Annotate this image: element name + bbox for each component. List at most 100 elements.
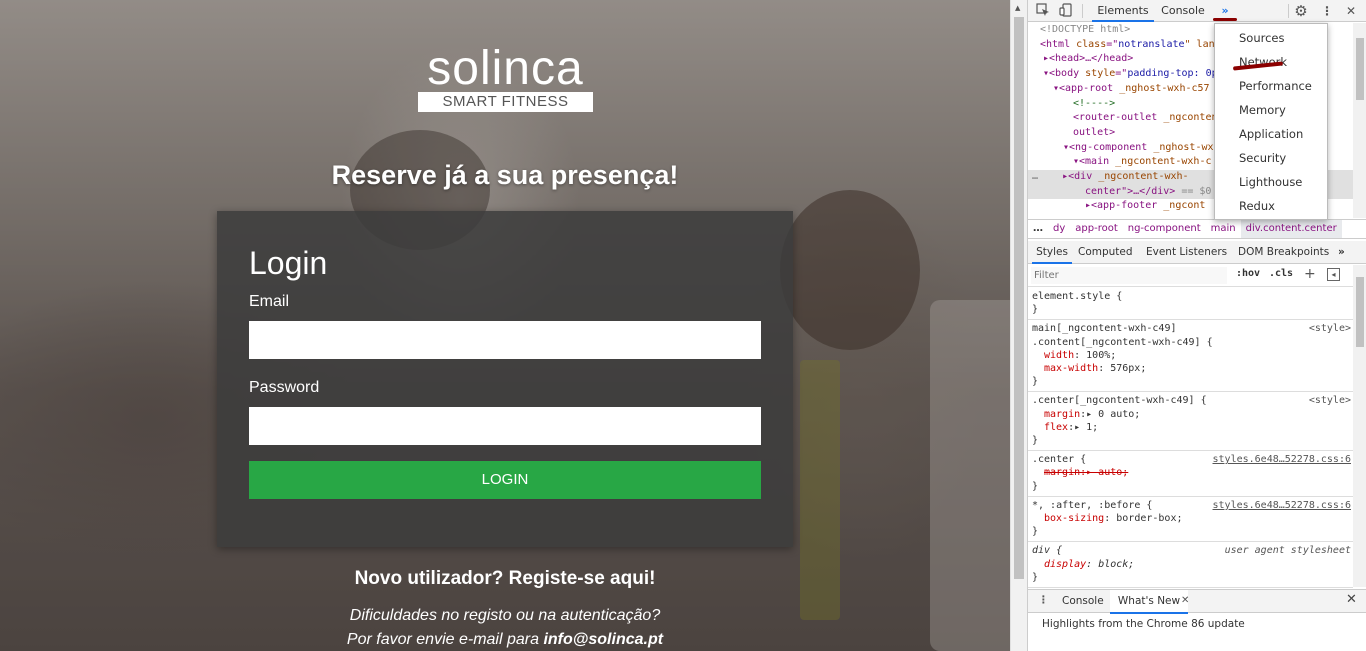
drawer-menu-icon[interactable]: ⋮: [1038, 594, 1049, 606]
css-declaration[interactable]: max-width: 576px;: [1032, 362, 1349, 375]
login-title: Login: [249, 245, 328, 281]
rule-end: }: [1032, 480, 1039, 492]
breadcrumb-item[interactable]: app-root: [1070, 220, 1122, 238]
styles-filter-bar: :hov .cls + ◂: [1028, 265, 1353, 287]
css-property: box-sizing: [1044, 513, 1105, 525]
hover-state-toggle[interactable]: :hov: [1236, 268, 1260, 279]
menu-item-security[interactable]: Security: [1239, 147, 1286, 169]
styles-scrollbar-thumb[interactable]: [1356, 277, 1364, 347]
logo-subtitle: SMART FITNESS: [418, 92, 593, 112]
dom-tag: center">…</div>: [1085, 185, 1176, 197]
dom-tag: ▾<main: [1073, 156, 1116, 168]
styles-tabbar: Styles Computed Event Listeners DOM Brea…: [1028, 241, 1366, 264]
css-property: flex: [1044, 421, 1069, 433]
menu-item-sources[interactable]: Sources: [1239, 27, 1285, 49]
rule-end: }: [1032, 571, 1039, 583]
password-field[interactable]: [249, 407, 761, 445]
rule-source[interactable]: <style>: [1309, 394, 1351, 407]
style-rule[interactable]: styles.6e48…52278.css:6 *, :after, :befo…: [1028, 497, 1353, 543]
rule-source[interactable]: <style>: [1309, 322, 1351, 335]
more-tabs-menu: Sources Network Performance Memory Appli…: [1214, 23, 1328, 220]
menu-item-redux[interactable]: Redux: [1239, 195, 1275, 217]
dom-tag: ▾<body: [1043, 68, 1086, 80]
dom-tag: ▸<head>…</head>: [1043, 53, 1134, 65]
style-rule[interactable]: <style> .center[_ngcontent-wxh-c49] { ma…: [1028, 392, 1353, 452]
css-property-overridden: margin:▸ auto;: [1044, 467, 1129, 479]
css-declaration[interactable]: width: 100%;: [1032, 349, 1349, 362]
solinca-logo[interactable]: solinca SMART FITNESS: [418, 45, 593, 112]
dom-selected-marker: == $0: [1175, 185, 1212, 197]
drawer-tab-console[interactable]: Console: [1062, 590, 1104, 612]
kebab-menu-icon[interactable]: ⋮: [1319, 3, 1335, 19]
menu-item-application[interactable]: Application: [1239, 123, 1303, 145]
rule-selector: element.style {: [1032, 291, 1123, 302]
breadcrumb-item[interactable]: ng-component: [1123, 220, 1206, 238]
style-rule-user-agent[interactable]: user agent stylesheet div { display: blo…: [1028, 542, 1353, 588]
css-declaration-overridden[interactable]: margin:▸ auto;: [1032, 466, 1349, 479]
css-declaration[interactable]: display: block;: [1032, 558, 1349, 571]
breadcrumb-item-selected[interactable]: div.content.center: [1240, 220, 1342, 238]
class-toggle[interactable]: .cls: [1269, 268, 1293, 279]
style-rule[interactable]: <style> main[_ngcontent-wxh-c49] .conten…: [1028, 320, 1353, 393]
register-link[interactable]: Novo utilizador? Registe-se aqui!: [300, 568, 710, 590]
email-field[interactable]: [249, 321, 761, 359]
close-devtools-icon[interactable]: ✕: [1343, 3, 1359, 19]
rule-source-link[interactable]: styles.6e48…52278.css:6: [1213, 499, 1351, 512]
dom-attr: _nghost-wx: [1153, 141, 1214, 153]
dom-tag: outlet>: [1073, 126, 1116, 138]
css-declaration[interactable]: box-sizing: border-box;: [1032, 512, 1349, 525]
toolbar-divider: [1082, 4, 1083, 18]
page-scrollbar-thumb[interactable]: [1014, 17, 1024, 579]
devtools-toolbar: Elements Console » ⚙ ⋮ ✕: [1028, 0, 1366, 22]
tab-styles[interactable]: Styles: [1032, 241, 1072, 264]
dom-tree-scrollbar[interactable]: [1353, 23, 1366, 218]
tab-console[interactable]: Console: [1158, 0, 1208, 22]
help-text-line1: Dificuldades no registo ou na autenticaç…: [349, 607, 661, 624]
rule-selector: main[_ngcontent-wxh-c49]: [1032, 323, 1177, 335]
device-toolbar-icon[interactable]: [1058, 3, 1074, 19]
screen: { "site": { "logo_word": "solinca", "log…: [0, 0, 1366, 651]
tab-event-listeners[interactable]: Event Listeners: [1146, 241, 1227, 264]
breadcrumb-ellipsis[interactable]: …: [1028, 220, 1048, 238]
toggle-sidebar-icon[interactable]: ◂: [1327, 268, 1340, 281]
rule-selector: .content[_ngcontent-wxh-c49] {: [1032, 336, 1213, 348]
css-property: width: [1044, 349, 1075, 361]
inspect-element-icon[interactable]: [1035, 3, 1051, 19]
more-style-tabs-button[interactable]: »: [1338, 241, 1345, 264]
help-text-prefix: Por favor envie e-mail para: [346, 631, 544, 648]
styles-scrollbar[interactable]: [1353, 265, 1366, 587]
email-label: Email: [249, 293, 290, 310]
css-declaration[interactable]: flex:▸ 1;: [1032, 421, 1349, 434]
menu-item-performance[interactable]: Performance: [1239, 75, 1312, 97]
style-rule-element[interactable]: element.style { }: [1028, 288, 1353, 321]
css-declaration[interactable]: margin:▸ 0 auto;: [1032, 408, 1349, 421]
tab-dom-breakpoints[interactable]: DOM Breakpoints: [1238, 241, 1329, 264]
close-tab-icon[interactable]: ✕: [1181, 590, 1189, 612]
breadcrumb-item[interactable]: dy: [1048, 220, 1070, 238]
dom-tree-scrollbar-thumb[interactable]: [1356, 38, 1364, 100]
gear-icon[interactable]: ⚙: [1293, 3, 1309, 19]
breadcrumb-item[interactable]: main: [1206, 220, 1241, 238]
drawer-tab-whats-new[interactable]: What's New: [1110, 590, 1188, 614]
login-button[interactable]: LOGIN: [249, 461, 761, 499]
rule-source-link[interactable]: styles.6e48…52278.css:6: [1213, 453, 1351, 466]
styles-filter-input[interactable]: [1031, 267, 1227, 284]
rule-selector: .center[_ngcontent-wxh-c49] {: [1032, 395, 1207, 407]
close-drawer-icon[interactable]: ✕: [1346, 592, 1357, 607]
help-text-line2: Por favor envie e-mail para info@solinca…: [300, 631, 710, 649]
menu-item-memory[interactable]: Memory: [1239, 99, 1286, 121]
rule-end: }: [1032, 376, 1039, 388]
drawer-tabbar: ⋮ Console What's New ✕ ✕: [1028, 589, 1366, 614]
new-style-rule-icon[interactable]: +: [1304, 266, 1316, 282]
help-email-link[interactable]: info@solinca.pt: [543, 631, 663, 648]
style-rule[interactable]: styles.6e48…52278.css:6 .center { margin…: [1028, 451, 1353, 497]
tab-computed[interactable]: Computed: [1078, 241, 1133, 264]
css-property: display: [1044, 558, 1087, 570]
css-value: : block;: [1086, 558, 1135, 570]
css-property: margin: [1044, 408, 1081, 420]
scroll-up-arrow-icon[interactable]: ▲: [1015, 4, 1020, 12]
dom-tag: ▸<app-footer: [1085, 200, 1164, 212]
menu-item-lighthouse[interactable]: Lighthouse: [1239, 171, 1302, 193]
page-scrollbar[interactable]: ▲: [1010, 0, 1027, 651]
tab-elements[interactable]: Elements: [1092, 0, 1154, 22]
